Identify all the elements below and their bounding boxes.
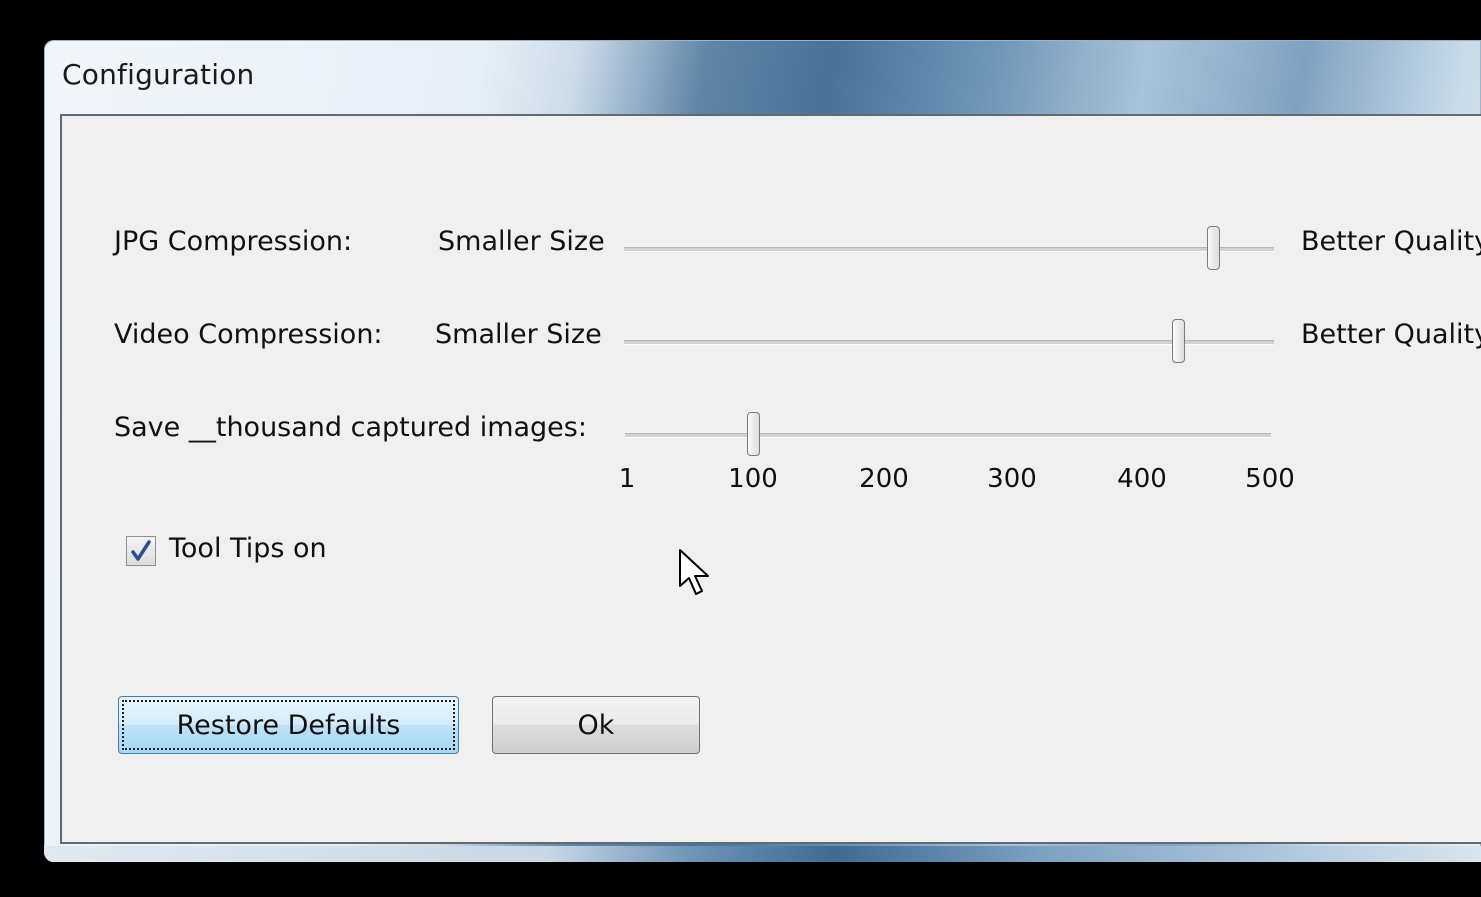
save-images-slider-thumb[interactable] xyxy=(747,412,760,456)
jpg-compression-slider-thumb[interactable] xyxy=(1206,226,1220,270)
jpg-max-label: Better Quality xyxy=(1301,226,1481,257)
video-compression-label: Video Compression: xyxy=(114,319,383,350)
ok-button[interactable]: Ok xyxy=(492,696,700,754)
save-tick-label: 400 xyxy=(1117,464,1167,494)
tooltips-label[interactable]: Tool Tips on xyxy=(169,533,327,564)
save-images-slider-track[interactable] xyxy=(625,433,1271,438)
save-tick-label: 500 xyxy=(1245,464,1295,494)
save-tick-label: 100 xyxy=(728,464,778,494)
tooltips-checkbox[interactable] xyxy=(126,536,156,566)
window-title: Configuration xyxy=(62,58,255,91)
ok-label: Ok xyxy=(577,709,615,741)
video-max-label: Better Quality xyxy=(1301,319,1481,350)
save-images-label: Save __thousand captured images: xyxy=(114,412,587,443)
configuration-window: Configuration JPG Compression: Smaller S… xyxy=(44,40,1481,862)
restore-defaults-button[interactable]: Restore Defaults xyxy=(118,696,459,754)
jpg-compression-label: JPG Compression: xyxy=(114,226,353,257)
focus-rectangle xyxy=(122,700,455,750)
save-tick-label: 200 xyxy=(859,464,909,494)
dialog-client-area: JPG Compression: Smaller Size Better Qua… xyxy=(60,114,1481,844)
video-min-label: Smaller Size xyxy=(435,319,602,350)
video-compression-slider-thumb[interactable] xyxy=(1172,319,1186,363)
jpg-min-label: Smaller Size xyxy=(438,226,605,257)
mouse-cursor-icon xyxy=(679,549,709,595)
save-tick-label: 300 xyxy=(987,464,1037,494)
window-bottom-frame xyxy=(44,846,1481,862)
jpg-compression-slider-track[interactable] xyxy=(624,247,1274,252)
checkmark-icon xyxy=(131,540,151,561)
save-tick-label: 1 xyxy=(618,464,636,494)
